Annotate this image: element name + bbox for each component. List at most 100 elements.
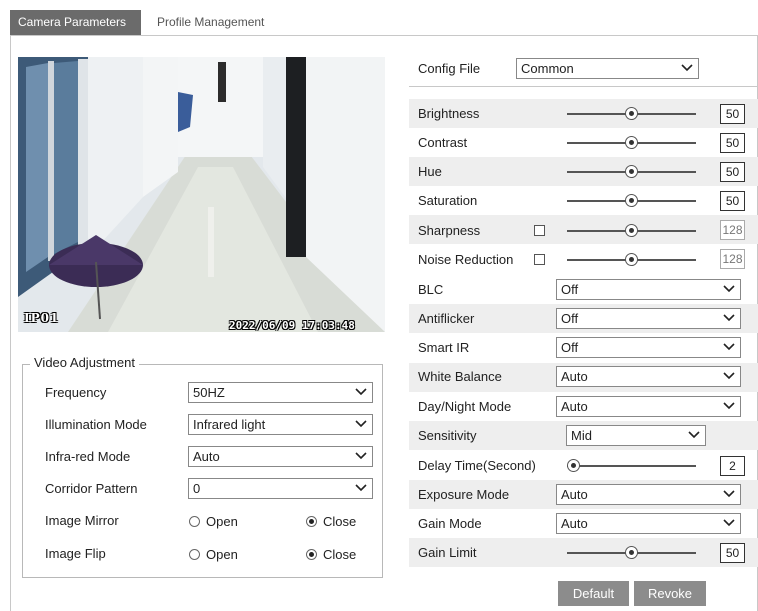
sensitivity-label: Sensitivity (418, 428, 477, 443)
infrared-mode-select[interactable]: Auto (188, 446, 373, 467)
white-balance-value: Auto (561, 369, 588, 384)
saturation-value-input[interactable]: 50 (720, 191, 745, 211)
corridor-pattern-value: 0 (193, 481, 201, 496)
delay-time-slider-handle[interactable] (567, 459, 580, 472)
antiflicker-select[interactable]: Off (556, 308, 741, 329)
config-file-value: Common (521, 61, 574, 76)
blc-label: BLC (418, 282, 444, 297)
gain-mode-label: Gain Mode (418, 516, 482, 531)
gain-mode-select[interactable]: Auto (556, 513, 741, 534)
exposure-mode-label: Exposure Mode (418, 487, 510, 502)
antiflicker-value: Off (561, 311, 579, 326)
config-file-select[interactable]: Common (516, 58, 699, 79)
image-mirror-open-radio[interactable] (189, 516, 200, 527)
gain-limit-value-input[interactable]: 50 (720, 543, 745, 563)
contrast-value-input[interactable]: 50 (720, 133, 745, 153)
chevron-down-icon (681, 64, 693, 72)
divider (409, 86, 758, 87)
tab-bar: Camera Parameters Profile Management (10, 10, 758, 36)
image-mirror-open-label: Open (206, 514, 238, 529)
chevron-down-icon (723, 372, 735, 380)
sensitivity-select[interactable]: Mid (566, 425, 706, 446)
brightness-slider-handle[interactable] (625, 107, 638, 120)
illumination-mode-value: Infrared light (193, 417, 266, 432)
contrast-label: Contrast (418, 135, 468, 150)
sharpness-checkbox[interactable] (534, 225, 545, 236)
blc-select[interactable]: Off (556, 279, 741, 300)
frequency-label: Frequency (45, 385, 107, 400)
smart-ir-label: Smart IR (418, 340, 470, 355)
antiflicker-label: Antiflicker (418, 311, 475, 326)
hue-value-input[interactable]: 50 (720, 162, 745, 182)
sensitivity-value: Mid (571, 428, 592, 443)
white-balance-label: White Balance (418, 369, 502, 384)
frame-border-left (10, 36, 11, 611)
noise-reduction-label: Noise Reduction (418, 252, 514, 267)
gain-limit-slider-handle[interactable] (625, 546, 638, 559)
noise-reduction-slider-handle[interactable] (625, 253, 638, 266)
image-flip-close-radio[interactable] (306, 549, 317, 560)
sharpness-slider-handle[interactable] (625, 224, 638, 237)
noise-reduction-value-input[interactable]: 128 (720, 249, 745, 269)
chevron-down-icon (355, 420, 367, 428)
day-night-mode-value: Auto (561, 399, 588, 414)
corridor-pattern-label: Corridor Pattern (45, 481, 138, 496)
chevron-down-icon (355, 388, 367, 396)
chevron-down-icon (723, 285, 735, 293)
default-button[interactable]: Default (558, 581, 629, 606)
smart-ir-select[interactable]: Off (556, 337, 741, 358)
day-night-mode-select[interactable]: Auto (556, 396, 741, 417)
tab-profile-management[interactable]: Profile Management (149, 10, 272, 35)
day-night-mode-label: Day/Night Mode (418, 399, 512, 414)
image-flip-label: Image Flip (45, 546, 106, 561)
sharpness-label: Sharpness (418, 223, 481, 238)
live-video-preview: IP01 2022/06/09 17:03:48 (18, 57, 385, 332)
image-mirror-close-label: Close (323, 514, 357, 529)
sharpness-value-input[interactable]: 128 (720, 220, 745, 240)
smart-ir-value: Off (561, 340, 579, 355)
delay-time-value-input[interactable]: 2 (720, 456, 745, 476)
chevron-down-icon (723, 519, 735, 527)
saturation-slider-handle[interactable] (625, 194, 638, 207)
frequency-select[interactable]: 50HZ (188, 382, 373, 403)
gain-limit-label: Gain Limit (418, 545, 477, 560)
image-flip-open-label: Open (206, 547, 238, 562)
config-file-label: Config File (418, 61, 481, 76)
osd-timestamp: 2022/06/09 17:03:48 (229, 319, 355, 332)
contrast-slider-handle[interactable] (625, 136, 638, 149)
brightness-value-input[interactable]: 50 (720, 104, 745, 124)
illumination-mode-select[interactable]: Infrared light (188, 414, 373, 435)
noise-reduction-checkbox[interactable] (534, 254, 545, 265)
camera-scene-image (18, 57, 385, 332)
chevron-down-icon (355, 452, 367, 460)
tab-camera-parameters[interactable]: Camera Parameters (10, 10, 141, 35)
delay-time-label: Delay Time(Second) (418, 458, 536, 473)
infrared-mode-label: Infra-red Mode (45, 449, 131, 464)
illumination-mode-label: Illumination Mode (45, 417, 147, 432)
brightness-label: Brightness (418, 106, 480, 121)
chevron-down-icon (355, 484, 367, 492)
revoke-button[interactable]: Revoke (634, 581, 706, 606)
infrared-mode-value: Auto (193, 449, 220, 464)
video-adjustment-title: Video Adjustment (30, 355, 139, 370)
gain-mode-value: Auto (561, 516, 588, 531)
chevron-down-icon (723, 343, 735, 351)
image-mirror-label: Image Mirror (45, 513, 119, 528)
chevron-down-icon (723, 490, 735, 498)
chevron-down-icon (723, 402, 735, 410)
chevron-down-icon (723, 314, 735, 322)
image-flip-close-label: Close (323, 547, 357, 562)
osd-channel-label: IP01 (24, 311, 60, 325)
frequency-value: 50HZ (193, 385, 225, 400)
blc-value: Off (561, 282, 579, 297)
exposure-mode-select[interactable]: Auto (556, 484, 741, 505)
delay-time-slider-track[interactable] (567, 465, 696, 467)
saturation-label: Saturation (418, 193, 478, 208)
corridor-pattern-select[interactable]: 0 (188, 478, 373, 499)
hue-slider-handle[interactable] (625, 165, 638, 178)
image-flip-open-radio[interactable] (189, 549, 200, 560)
white-balance-select[interactable]: Auto (556, 366, 741, 387)
chevron-down-icon (688, 431, 700, 439)
image-mirror-close-radio[interactable] (306, 516, 317, 527)
exposure-mode-value: Auto (561, 487, 588, 502)
